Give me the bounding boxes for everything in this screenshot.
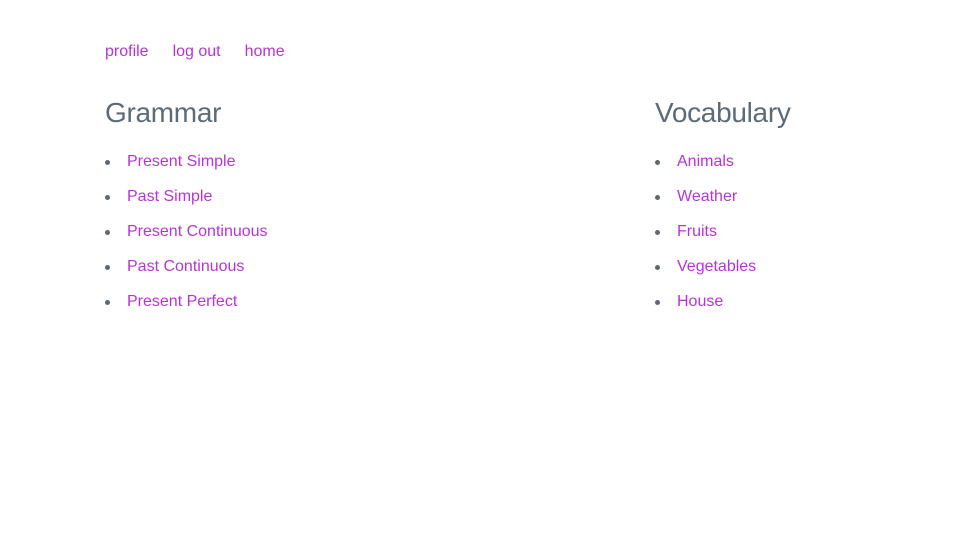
list-item: Present Perfect bbox=[105, 292, 268, 327]
bullet-icon bbox=[105, 300, 110, 305]
list-item: Fruits bbox=[655, 222, 791, 257]
list-item: House bbox=[655, 292, 791, 327]
vocabulary-section: Vocabulary Animals Weather Fruits Vegeta… bbox=[655, 96, 791, 327]
grammar-list: Present Simple Past Simple Present Conti… bbox=[105, 152, 268, 327]
vocabulary-heading: Vocabulary bbox=[655, 97, 791, 128]
list-item: Vegetables bbox=[655, 257, 791, 292]
vocabulary-link-vegetables[interactable]: Vegetables bbox=[677, 258, 756, 275]
list-item: Present Continuous bbox=[105, 222, 268, 257]
bullet-icon bbox=[105, 230, 110, 235]
grammar-link-past-continuous[interactable]: Past Continuous bbox=[127, 258, 244, 275]
page: profile log out home Grammar Present Sim… bbox=[0, 0, 959, 540]
home-link[interactable]: home bbox=[245, 42, 285, 62]
grammar-link-present-perfect[interactable]: Present Perfect bbox=[127, 293, 237, 310]
bullet-icon bbox=[105, 195, 110, 200]
list-item: Past Simple bbox=[105, 187, 268, 222]
vocabulary-link-animals[interactable]: Animals bbox=[677, 153, 734, 170]
profile-link[interactable]: profile bbox=[105, 42, 149, 62]
bullet-icon bbox=[105, 265, 110, 270]
grammar-link-past-simple[interactable]: Past Simple bbox=[127, 188, 212, 205]
bullet-icon bbox=[655, 265, 660, 270]
top-nav: profile log out home bbox=[105, 42, 285, 62]
list-item: Animals bbox=[655, 152, 791, 187]
grammar-link-present-simple[interactable]: Present Simple bbox=[127, 153, 236, 170]
list-item: Weather bbox=[655, 187, 791, 222]
list-item: Present Simple bbox=[105, 152, 268, 187]
vocabulary-link-fruits[interactable]: Fruits bbox=[677, 223, 717, 240]
vocabulary-list: Animals Weather Fruits Vegetables House bbox=[655, 152, 791, 327]
bullet-icon bbox=[655, 230, 660, 235]
grammar-link-present-continuous[interactable]: Present Continuous bbox=[127, 223, 268, 240]
bullet-icon bbox=[655, 300, 660, 305]
logout-link[interactable]: log out bbox=[173, 42, 221, 62]
list-item: Past Continuous bbox=[105, 257, 268, 292]
grammar-heading: Grammar bbox=[105, 97, 222, 128]
bullet-icon bbox=[655, 160, 660, 165]
vocabulary-link-house[interactable]: House bbox=[677, 293, 723, 310]
vocabulary-link-weather[interactable]: Weather bbox=[677, 188, 737, 205]
bullet-icon bbox=[105, 160, 110, 165]
bullet-icon bbox=[655, 195, 660, 200]
grammar-section: Grammar Present Simple Past Simple Prese… bbox=[105, 96, 268, 327]
